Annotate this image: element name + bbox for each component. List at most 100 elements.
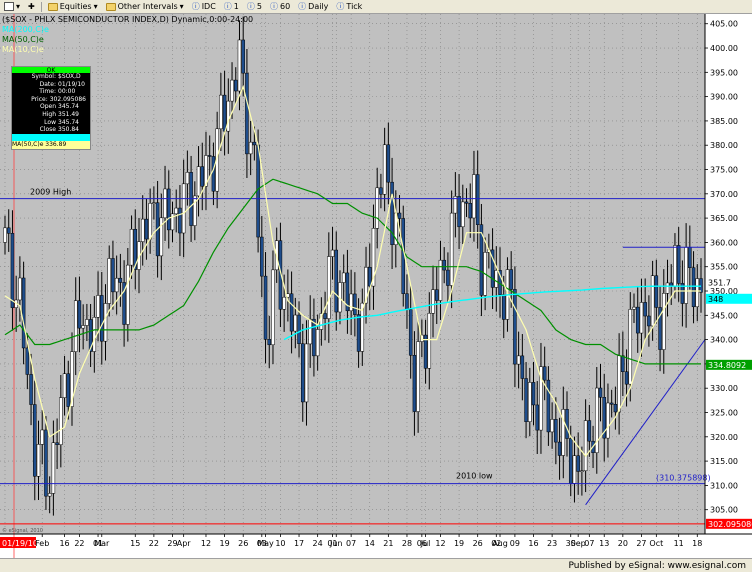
price-line-tag: 302.095086: [708, 520, 752, 529]
candle-body: [580, 470, 584, 473]
candle-body: [174, 207, 178, 215]
candle-body: [282, 296, 286, 310]
candle-body: [647, 315, 651, 327]
candle-body: [140, 218, 145, 242]
data-window-value: 00:00: [58, 88, 76, 96]
price-chart[interactable]: 2009 High2010 low (310.375898) 305.00310.…: [0, 14, 752, 558]
candle-body: [524, 378, 528, 422]
ma50-tag: 334.8092: [708, 361, 746, 370]
data-window-ma50-value: MA(50,C)e 336.89: [12, 141, 67, 149]
candle-body: [260, 236, 264, 277]
equities-label: Equities: [59, 2, 92, 11]
x-tick-label: 22: [149, 539, 159, 548]
candle-body: [92, 316, 97, 352]
candle-body: [449, 212, 454, 286]
legend-ma10[interactable]: MA(10,C)e: [2, 45, 253, 55]
x-tick-label: 15: [130, 539, 140, 548]
candle-body: [293, 314, 298, 332]
candle-body: [695, 278, 700, 308]
candle-body: [565, 409, 569, 439]
y-tick-label: 365.00: [710, 214, 738, 223]
tick-button[interactable]: ⓘ Tick: [334, 1, 364, 12]
x-tick-label: May: [257, 539, 274, 548]
y-tick-label: 340.00: [710, 336, 738, 345]
candle-body: [200, 166, 205, 187]
candle-body: [341, 272, 346, 283]
legend-ma50[interactable]: MA(50,C)e: [2, 35, 253, 45]
candle-body: [178, 207, 182, 234]
candle-body: [107, 258, 111, 304]
high-2009-label: 2009 High: [30, 188, 71, 197]
add-button[interactable]: ✚: [26, 2, 37, 11]
candle-body: [609, 402, 614, 405]
chart-area[interactable]: 2009 High 2010 low (310.375898) 305.00 310.…: [0, 14, 752, 558]
y-tick-label: 405.00: [710, 20, 738, 29]
interval-60-button[interactable]: ⓘ 60: [268, 1, 292, 12]
y-tick-label: 320.00: [710, 433, 738, 442]
candle-body: [159, 217, 164, 257]
interval-5-button[interactable]: ⓘ 5: [245, 1, 264, 12]
x-tick-label: Mar: [94, 539, 110, 548]
x-tick-label: 27: [636, 539, 646, 548]
x-tick-label: 28: [402, 539, 412, 548]
low-2010-tag: (310.375898): [656, 474, 711, 483]
idc-label: IDC: [201, 2, 216, 11]
candle-body: [103, 303, 108, 342]
idc-button[interactable]: ⓘ IDC: [190, 1, 218, 12]
candle-body: [219, 94, 223, 130]
candle-body: [181, 183, 186, 234]
legend-ma200[interactable]: MA(200,C)e: [2, 25, 253, 35]
data-window-row: Date: 01/19/10: [12, 81, 90, 89]
candle-body: [416, 341, 420, 412]
candle-body: [475, 174, 480, 225]
x-tick-label: 10: [275, 539, 285, 548]
y-tick-label: 345.00: [710, 311, 738, 320]
candle-body: [662, 293, 666, 350]
data-window-rows: Symbol: $SOX,D Date: 01/19/10 Time: 00:00 Pric…: [12, 73, 90, 134]
chart-icon: [4, 2, 14, 11]
candle-body: [126, 264, 130, 325]
candle-body: [531, 382, 536, 406]
candle-body: [691, 267, 696, 308]
candle-body: [405, 293, 409, 310]
candle-body: [114, 277, 119, 293]
equities-button[interactable]: Equities ▾: [46, 2, 100, 11]
candle-body: [226, 100, 231, 132]
candle-body: [230, 79, 234, 102]
candle-body: [520, 355, 525, 379]
candle-body: [267, 339, 272, 346]
data-window-row: Price: 302.095086: [12, 96, 90, 104]
candle-body: [442, 259, 446, 271]
candle-body: [379, 187, 383, 195]
interval-1-button[interactable]: ⓘ 1: [222, 1, 241, 12]
candle-body: [568, 438, 573, 484]
candle-body: [353, 293, 357, 315]
candle-body: [673, 245, 677, 287]
candle-body: [245, 72, 249, 155]
candle-body: [613, 404, 618, 413]
x-tick-label: 01/19/10: [2, 539, 38, 548]
data-window-row: Close 350.84: [12, 126, 90, 134]
candle-body: [639, 302, 644, 334]
data-window-value: $SOX,D: [58, 73, 81, 80]
data-window-ma50: MA(50,C)e 336.89: [12, 141, 90, 149]
candle-body: [144, 218, 149, 240]
data-window-key: Open: [39, 103, 56, 111]
other-intervals-button[interactable]: Other Intervals ▾: [104, 2, 186, 11]
data-window-value: 302.095086: [49, 95, 86, 103]
candle-body: [163, 188, 167, 219]
chart-menu-button[interactable]: ▾: [2, 2, 22, 11]
candle-body: [330, 249, 335, 257]
folder-icon: [105, 2, 116, 11]
data-window[interactable]: OK Symbol: $SOX,D Date: 01/19/10 Time: 00:00 P…: [11, 66, 91, 150]
candle-body: [59, 397, 63, 445]
x-tick-label: 18: [692, 539, 702, 548]
daily-button[interactable]: ⓘ Daily: [296, 1, 330, 12]
candle-body: [193, 195, 197, 226]
candle-body: [587, 420, 592, 442]
candle-body: [386, 144, 391, 183]
x-tick-label: 14: [365, 539, 375, 548]
plus-icon: ✚: [28, 2, 35, 11]
candle-body: [446, 269, 450, 286]
candle-body: [25, 347, 30, 375]
